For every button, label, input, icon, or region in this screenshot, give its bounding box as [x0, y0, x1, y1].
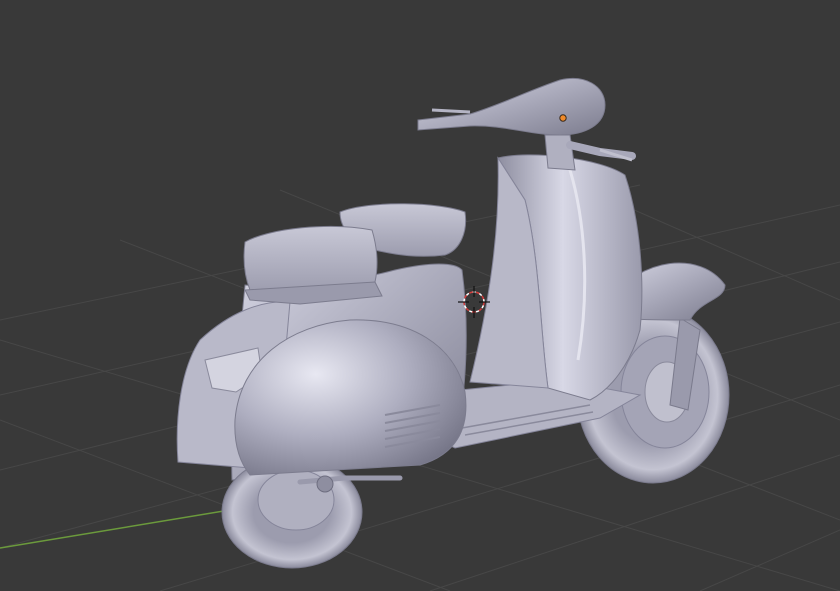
viewport-canvas[interactable]: [0, 0, 840, 591]
x-axis-line: [0, 504, 261, 549]
3d-viewport[interactable]: [0, 0, 840, 591]
object-origin-icon: [559, 114, 567, 122]
vespa-scooter-mesh[interactable]: [176, 78, 730, 569]
